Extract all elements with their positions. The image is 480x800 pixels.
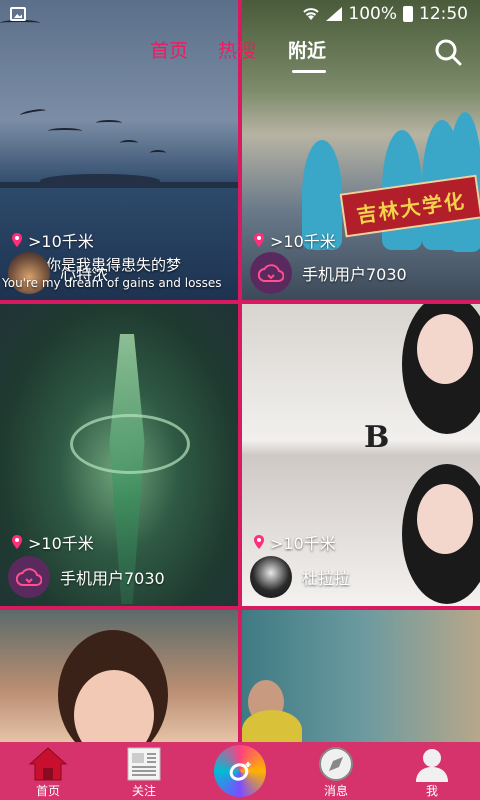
avatar[interactable]	[8, 556, 50, 598]
battery-percent: 100%	[348, 4, 397, 24]
avatar[interactable]	[250, 556, 292, 598]
distance-text: >10千米	[28, 232, 94, 251]
bird-shape	[19, 107, 47, 119]
bird-shape	[150, 150, 166, 156]
username[interactable]: 杜拉拉	[302, 565, 350, 589]
status-right: 100% 12:50	[302, 4, 468, 24]
bird-shape	[120, 140, 138, 146]
person-shape	[242, 710, 302, 742]
nav-home[interactable]: 首页	[0, 742, 96, 800]
video-card[interactable]	[242, 610, 480, 742]
video-card[interactable]: B >10千米 杜拉拉	[242, 304, 480, 606]
user-row[interactable]: 杜拉拉	[250, 556, 350, 598]
home-icon	[28, 744, 68, 784]
face-shape	[417, 484, 473, 554]
distance-text: >10千米	[270, 534, 336, 553]
video-grid: >10千米 你是我患得患失的梦 心特浓 You're my dream of g…	[0, 0, 480, 742]
image-notification-icon	[10, 7, 26, 21]
user-row[interactable]: 手机用户7030	[250, 252, 407, 294]
avatar[interactable]	[250, 252, 292, 294]
cloud-icon	[16, 568, 42, 586]
username[interactable]: 手机用户7030	[60, 565, 165, 589]
distance-label: >10千米	[252, 228, 336, 252]
distance-label: >10千米	[252, 530, 336, 554]
distance-text: >10千米	[270, 232, 336, 251]
face-shape	[417, 314, 473, 384]
location-pin-icon	[12, 233, 22, 247]
location-pin-icon	[12, 535, 22, 549]
wifi-icon	[303, 8, 320, 20]
banner-text: 吉林大学化	[355, 187, 468, 228]
username[interactable]: 手机用户7030	[302, 261, 407, 285]
nav-profile-label: 我	[425, 784, 438, 798]
active-tab-indicator	[292, 70, 326, 73]
tab-home[interactable]: 首页	[150, 36, 188, 63]
bottom-nav: 首页 关注 消息 我	[0, 742, 480, 800]
video-subtitle-en: You're my dream of gains and losses	[2, 276, 222, 290]
distance-text: >10千米	[28, 534, 94, 553]
distance-label: >10千米	[10, 228, 94, 252]
cloud-icon	[258, 264, 284, 282]
location-pin-icon	[254, 233, 264, 247]
tab-trending[interactable]: 热搜	[218, 36, 256, 63]
top-nav: 首页 热搜 附近	[0, 36, 480, 76]
nav-messages[interactable]: 消息	[288, 742, 384, 800]
video-card[interactable]: >10千米 手机用户7030	[0, 304, 238, 606]
camera-record-icon	[214, 745, 266, 797]
user-icon	[412, 744, 452, 784]
nav-record[interactable]	[192, 742, 288, 800]
compass-icon	[316, 744, 356, 784]
tower-ring-shape	[70, 414, 190, 474]
user-row[interactable]: 手机用户7030	[8, 556, 165, 598]
status-bar: 100% 12:50	[0, 0, 480, 30]
search-icon[interactable]	[434, 38, 462, 66]
nav-following[interactable]: 关注	[96, 742, 192, 800]
nav-home-label: 首页	[35, 784, 60, 798]
bird-shape	[96, 120, 122, 126]
tab-nearby[interactable]: 附近	[288, 36, 326, 63]
bird-shape	[48, 128, 82, 134]
location-pin-icon	[254, 535, 264, 549]
clock: 12:50	[419, 4, 468, 24]
battery-icon	[403, 6, 413, 22]
distance-label: >10千米	[10, 530, 94, 554]
signal-icon	[326, 7, 343, 21]
island-shape	[40, 174, 160, 188]
nav-profile[interactable]: 我	[384, 742, 480, 800]
newspaper-icon	[124, 744, 164, 784]
video-card[interactable]	[0, 610, 238, 742]
shirt-logo: B	[364, 420, 390, 455]
nav-following-label: 关注	[131, 784, 156, 798]
nav-messages-label: 消息	[323, 784, 348, 798]
